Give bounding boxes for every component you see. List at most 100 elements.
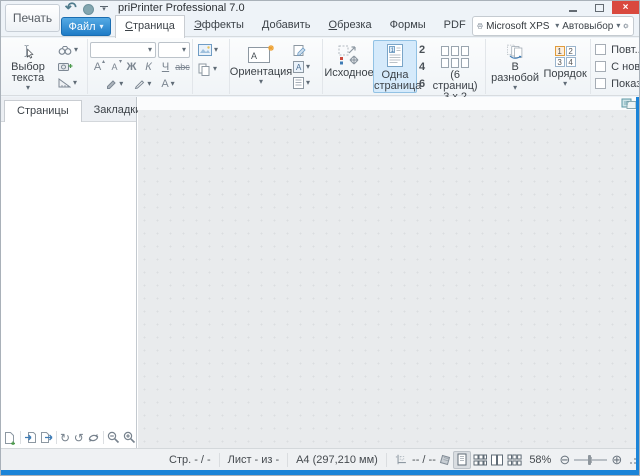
rotate-cw-button[interactable]: ↻: [60, 430, 71, 445]
preview-canvas[interactable]: [138, 110, 639, 448]
page-preview-icon[interactable]: [621, 97, 637, 110]
sidebar-tab-pages[interactable]: Страницы: [4, 100, 82, 122]
gear-icon[interactable]: [623, 20, 629, 32]
status-paper-size[interactable]: A4 (297,210 мм): [296, 454, 378, 466]
six-pages-button[interactable]: (6 страниц) 3 х 2 ▾: [427, 40, 483, 111]
snapshot-button[interactable]: [56, 59, 84, 75]
toolbar-separator: [103, 431, 105, 444]
page-lines-button[interactable]: ▾: [291, 75, 319, 91]
binoculars-icon: [58, 46, 72, 55]
status-sheet-indicator[interactable]: Лист - из -: [228, 454, 280, 466]
shuffle-button[interactable]: В разнобой ▾: [488, 40, 542, 93]
pages-2-button[interactable]: 2: [419, 44, 425, 56]
tab-pdf[interactable]: PDF: [435, 15, 475, 37]
bold-button[interactable]: Ж: [124, 59, 139, 75]
insert-page-before-button[interactable]: [24, 430, 37, 445]
underline-button[interactable]: Ч: [158, 59, 173, 75]
tab-effects[interactable]: Эффекты: [185, 15, 253, 37]
profile-dropdown-icon[interactable]: ▾: [616, 22, 620, 30]
tab-insert[interactable]: Добавить: [253, 15, 320, 37]
order-button[interactable]: 1 2 3 4 Порядок ▾: [542, 40, 588, 93]
zoom-out-page-button[interactable]: [107, 430, 120, 445]
checkbox-show[interactable]: Показ...: [595, 76, 639, 91]
printer-dropdown-icon[interactable]: ▾: [555, 22, 559, 30]
tab-forms[interactable]: Формы: [381, 15, 435, 37]
rotate-cw-icon: ↻: [59, 430, 71, 445]
checkbox-repeat[interactable]: Повт...: [595, 42, 639, 57]
quick-print-button[interactable]: Печать: [5, 4, 60, 32]
one-page-label: Одна страница: [374, 69, 422, 92]
zoom-slider[interactable]: [574, 454, 608, 465]
font-family-combo[interactable]: ▾: [90, 41, 156, 58]
flip-view-icon: [439, 454, 450, 465]
ribbon-group-layout: Исходное 1 Одна страница 2 4 6 (6 страни…: [323, 39, 487, 111]
ribbon-tab-row: Файл ▾ Страница Эффекты Добавить Обрезка…: [1, 15, 639, 38]
profile-name[interactable]: Автовыбор: [562, 21, 613, 32]
redo-circle-icon[interactable]: [83, 4, 94, 15]
shrink-font-button[interactable]: А ▾: [107, 59, 122, 75]
rotate-ccw-button[interactable]: ↺: [73, 430, 84, 445]
checkbox-from-new[interactable]: С нов...: [595, 59, 639, 74]
zoom-slider-handle[interactable]: [588, 454, 592, 465]
pages-6-button[interactable]: 6: [419, 78, 425, 90]
edit-page-button[interactable]: [291, 42, 319, 58]
selection-size-icon: [395, 454, 406, 465]
checkbox-repeat-label: Повт...: [611, 43, 639, 56]
file-menu-button[interactable]: Файл ▾: [61, 17, 111, 36]
page-arrow-out-icon: [40, 432, 53, 443]
view-thumbnails-button[interactable]: [471, 451, 488, 469]
page-text-button[interactable]: А ▾: [291, 59, 319, 75]
maximize-icon: [594, 3, 604, 12]
close-button[interactable]: ×: [612, 1, 639, 14]
pen-dropdown-icon: ▾: [147, 78, 152, 88]
copy-page-button[interactable]: ▾: [196, 61, 226, 77]
sidebar: Страницы Закладки ↻ ↺: [1, 97, 141, 448]
new-page-button[interactable]: [4, 430, 17, 445]
zoom-in-button[interactable]: ⊕: [611, 453, 622, 466]
find-dropdown-icon: ▾: [74, 45, 79, 54]
maximize-button[interactable]: [586, 1, 612, 14]
undo-icon[interactable]: ↶: [65, 1, 77, 16]
font-color-letter: А: [161, 77, 169, 90]
shuffle-label: В разнобой: [491, 61, 540, 84]
preview-top-strip: [138, 97, 639, 110]
view-flip-button[interactable]: [436, 451, 453, 469]
measure-button[interactable]: ▾: [56, 75, 84, 91]
printer-selector[interactable]: Microsoft XPS Document Writer ▾ Автовыбо…: [472, 16, 634, 36]
font-family-dropdown-icon: ▾: [147, 44, 152, 54]
insert-page-after-button[interactable]: [40, 430, 53, 445]
customize-quick-access-icon[interactable]: ▾: [100, 6, 108, 13]
zoom-out-button[interactable]: ⊖: [559, 453, 570, 466]
pen-button[interactable]: ▾: [131, 76, 153, 92]
one-page-button[interactable]: 1 Одна страница: [373, 40, 422, 93]
ribbon: Выбор текста ▾ ▾ ▾ ▾ ▾ А ▴ А ▾ Ж К Ч abc…: [1, 38, 639, 111]
ribbon-group-tools: ▾ ▾: [53, 39, 88, 94]
italic-button[interactable]: К: [141, 59, 156, 75]
strikethrough-button[interactable]: abc: [175, 59, 190, 75]
zoom-in-page-button[interactable]: [123, 430, 136, 445]
original-layout-button[interactable]: Исходное: [324, 40, 374, 93]
pages-4-button[interactable]: 4: [419, 61, 425, 73]
app-window: Печать ↶ ▾ priPrinter Professional 7.0 ×…: [0, 0, 640, 476]
font-color-button[interactable]: А ▾: [159, 76, 176, 92]
ribbon-group-select: Выбор текста ▾: [3, 39, 53, 94]
grow-font-button[interactable]: А ▴: [90, 59, 105, 75]
status-separator: [218, 452, 220, 467]
view-grid-button[interactable]: [506, 451, 523, 469]
zoom-percentage[interactable]: 58%: [529, 454, 551, 466]
highlight-button[interactable]: ▾: [103, 76, 125, 92]
minimize-button[interactable]: [560, 1, 586, 14]
order-dropdown-icon: ▾: [563, 79, 568, 88]
orientation-button[interactable]: А Ориентация ▾: [230, 40, 292, 93]
rotate-180-button[interactable]: [87, 430, 100, 445]
view-two-pages-button[interactable]: [488, 451, 505, 469]
view-single-page-button[interactable]: [453, 450, 471, 469]
measure-icon: [58, 78, 71, 88]
font-size-combo[interactable]: ▾: [158, 41, 190, 58]
tab-crop[interactable]: Обрезка: [320, 15, 381, 37]
select-text-button[interactable]: Выбор текста ▾: [5, 40, 51, 93]
tab-page[interactable]: Страница: [115, 15, 185, 38]
picture-text-button[interactable]: ▾: [196, 42, 226, 58]
find-button[interactable]: ▾: [56, 42, 84, 58]
status-page-indicator[interactable]: Стр. - / -: [169, 454, 211, 466]
